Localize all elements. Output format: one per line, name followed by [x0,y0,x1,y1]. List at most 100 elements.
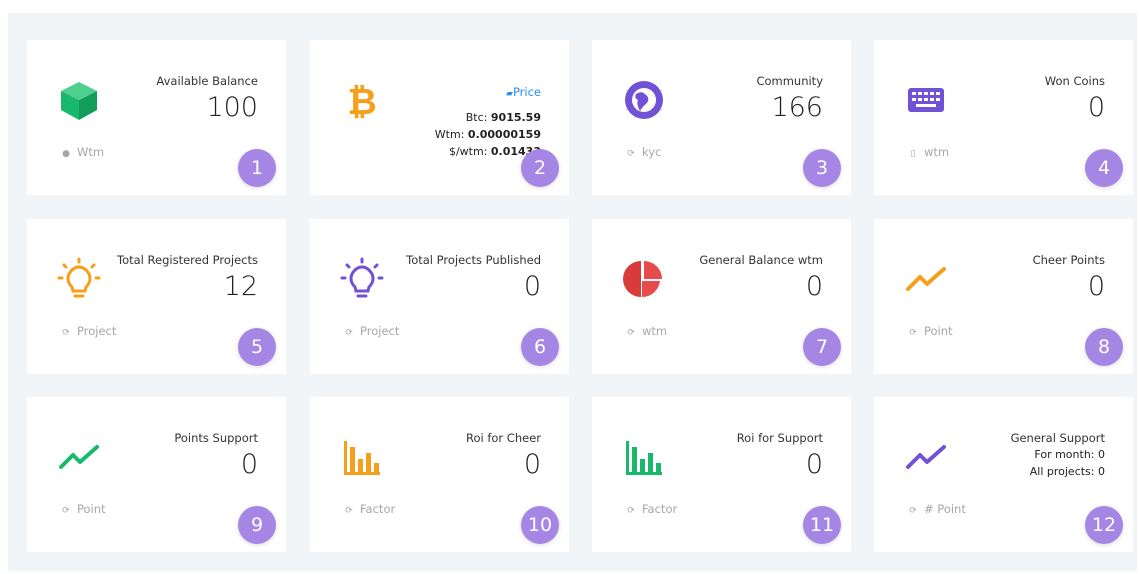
card-footer: ● Wtm [61,145,104,159]
card-title: Roi for Cheer [465,431,541,445]
card-title: Cheer Points [1032,253,1105,267]
card-footer-label: Wtm [77,145,105,159]
all-projects-value: 0 [1098,465,1105,478]
number-badge: 11 [803,506,841,544]
refresh-icon: ⟳ [909,506,917,516]
bar-chart-icon [622,435,666,479]
card-title: General Balance wtm [699,253,823,267]
keyboard-icon [904,78,948,122]
number-badge: 4 [1085,149,1123,187]
for-month-value: 0 [1098,448,1105,461]
dashboard-board: Available Balance 100 ● Wtm 1 ₿ ▰Price Bt… [8,13,1137,571]
price-link[interactable]: ▰Price [506,85,541,99]
usd-wtm-label: $/wtm: [448,145,488,158]
card-community: Community 166 ⟳ kyc 3 [592,40,851,195]
all-projects-label: All projects: [1029,465,1095,478]
for-month-row: For month: 0 [1034,448,1105,461]
card-value: 0 [805,449,823,480]
phone-icon: ▯ [910,149,916,159]
refresh-icon: ⟳ [62,328,70,338]
number-badge: 8 [1085,328,1123,366]
refresh-icon: ⟳ [909,328,917,338]
card-footer: ⟳ kyc [626,145,661,159]
lightbulb-icon [340,257,384,301]
bar-chart-icon [340,435,384,479]
price-label: Price [512,85,541,99]
refresh-icon: ⟳ [627,506,635,516]
card-footer: ⟳ Point [908,324,953,338]
card-footer: ⟳ wtm [626,324,667,338]
card-roi-for-cheer: Roi for Cheer 0 ⟳ Factor 10 [310,397,569,552]
card-footer-label: Factor [642,502,678,516]
card-footer: ⟳ Point [61,502,106,516]
card-footer-label: kyc [642,145,662,159]
card-title: Roi for Support [736,431,823,445]
card-price: ₿ ▰Price Btc: 9015.59 Wtm: 0.00000159 $/… [310,40,569,195]
card-title: Available Balance [156,74,258,88]
pie-chart-icon [622,257,666,301]
card-value: 0 [1087,271,1105,302]
number-badge: 2 [521,149,559,187]
card-title: Community [756,74,823,88]
card-title: Total Projects Published [406,253,541,267]
number-badge: 6 [521,328,559,366]
cube-icon [57,78,101,122]
card-footer-label: # Point [924,502,966,516]
card-title: Points Support [174,431,258,445]
card-footer: ⟳ Factor [344,502,395,516]
wtm-price-row: Wtm: 0.00000159 [435,128,541,141]
svg-text:₿: ₿ [347,82,376,122]
card-cheer-points: Cheer Points 0 ⟳ Point 8 [874,219,1133,374]
card-value: 12 [223,271,258,302]
number-badge: 9 [238,506,276,544]
card-value: 0 [1087,92,1105,123]
card-total-projects-published: Total Projects Published 0 ⟳ Project 6 [310,219,569,374]
card-general-support: General Support For month: 0 All project… [874,397,1133,552]
number-badge: 5 [238,328,276,366]
card-won-coins: Won Coins 0 ▯ wtm 4 [874,40,1133,195]
trend-line-icon [904,435,948,479]
card-general-balance-wtm: General Balance wtm 0 ⟳ wtm 7 [592,219,851,374]
card-footer-label: Project [77,324,117,338]
card-value: 0 [805,271,823,302]
card-footer-label: Point [924,324,953,338]
card-footer: ⟳ Project [344,324,399,338]
all-projects-row: All projects: 0 [1030,465,1105,478]
card-value: 166 [771,92,823,123]
refresh-icon: ⟳ [345,506,353,516]
card-footer-label: wtm [642,324,668,338]
card-value: 0 [523,449,541,480]
trend-line-icon [904,257,948,301]
btc-value: 9015.59 [490,111,541,124]
card-points-support: Points Support 0 ⟳ Point 9 [27,397,286,552]
wtm-value: 0.00000159 [467,128,541,141]
card-footer-label: Project [360,324,400,338]
card-roi-for-support: Roi for Support 0 ⟳ Factor 11 [592,397,851,552]
wtm-label: Wtm: [434,128,465,141]
number-badge: 10 [521,506,559,544]
lightbulb-icon [57,257,101,301]
card-total-registered-projects: Total Registered Projects 12 ⟳ Project 5 [27,219,286,374]
btc-label: Btc: [465,111,488,124]
card-available-balance: Available Balance 100 ● Wtm 1 [27,40,286,195]
card-footer-label: Point [77,502,106,516]
card-footer: ▯ wtm [908,145,950,159]
refresh-icon: ⟳ [62,506,70,516]
refresh-icon: ⟳ [627,149,635,159]
btc-price-row: Btc: 9015.59 [466,111,541,124]
number-badge: 7 [803,328,841,366]
number-badge: 1 [238,149,276,187]
card-value: 0 [523,271,541,302]
number-badge: 3 [803,149,841,187]
bitcoin-icon: ₿ [340,78,384,122]
trend-line-icon [57,435,101,479]
card-value: 0 [240,449,258,480]
car-icon: ▰ [506,89,513,99]
card-title: General Support [1010,431,1105,445]
number-badge: 12 [1085,506,1123,544]
card-footer: ⟳ Project [61,324,116,338]
for-month-label: For month: [1034,448,1095,461]
card-footer-label: wtm [924,145,950,159]
card-title: Total Registered Projects [117,253,258,267]
card-footer: ⟳ Factor [626,502,677,516]
